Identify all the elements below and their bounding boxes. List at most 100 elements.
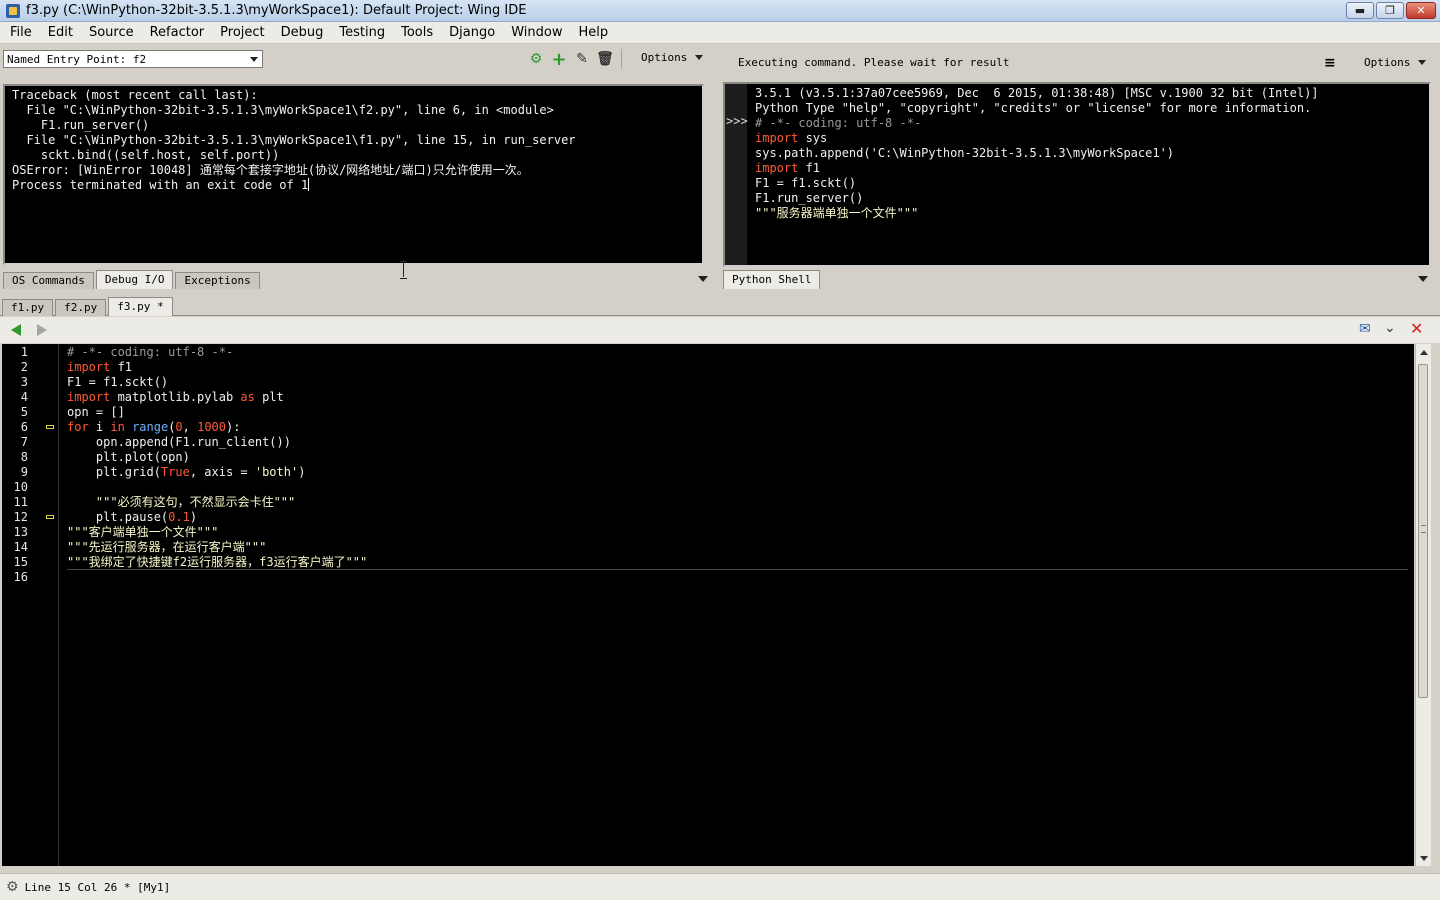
code-token: in [110,420,125,434]
line-number: 10 [13,480,28,494]
menu-project[interactable]: Project [212,22,272,44]
shell-lines: 3.5.1 (v3.5.1:37a07cee5969, Dec 6 2015, … [755,86,1319,221]
fold-marker-icon[interactable] [46,425,54,429]
code-text: """服务器端单独一个文件""" [755,206,919,220]
pencil-icon[interactable]: ✎ [574,51,590,67]
menu-refactor[interactable]: Refactor [142,22,213,44]
menu-source[interactable]: Source [81,22,142,44]
panel-menu-chevron-icon[interactable] [698,276,708,282]
code-text: sys [798,131,828,145]
code-token: plt.plot(opn) [67,450,190,464]
line-number: 12 [13,510,28,524]
debug-io-options-button[interactable]: Options [641,51,704,64]
line-number: 5 [20,405,28,419]
status-bar: ⚙ Line 15 Col 26 * [My1] [0,873,1440,900]
close-editor-icon[interactable]: ✕ [1410,319,1423,338]
gear-run-icon[interactable]: ⚙ [528,51,544,67]
debug-io-output[interactable]: Traceback (most recent call last): File … [3,84,704,265]
file-tab[interactable]: f1.py [2,299,54,316]
entry-point-select[interactable]: Named Entry Point: f2 [3,50,263,68]
code-line: """必须有这句，不然显示会卡住""" [67,495,295,510]
file-tabs-row: f1.py f2.py f3.py * [2,297,175,316]
line-number: 16 [13,570,28,584]
shell-options-button[interactable]: Options [1364,56,1427,69]
code-token: import [67,390,111,404]
menu-testing[interactable]: Testing [331,22,393,44]
menu-django[interactable]: Django [441,22,503,44]
menu-window[interactable]: Window [503,22,570,44]
line-number: 13 [13,525,28,539]
output-line: File "C:\WinPython-32bit-3.5.1.3\myWorkS… [12,133,576,147]
code-token: i [88,420,111,434]
scrollbar-thumb[interactable] [1418,364,1428,698]
code-token: f1 [110,360,133,374]
code-token: F1 = f1.sckt() [67,375,169,389]
code-token: range [132,420,169,434]
fold-marker-icon[interactable] [46,515,54,519]
shell-tabs: Python Shell [723,270,822,289]
code-editor[interactable]: 1 2 3 4 5 6 7 8 9 10 11 12 13 14 15 16 # -*- coding: ut… [2,344,1414,866]
wing-app-icon [6,3,20,18]
code-line: import f1 [67,360,132,375]
line-number: 4 [20,390,28,404]
code-token: , axis = [189,465,255,479]
shell-status-text: Executing command. Please wait for resul… [738,56,1010,69]
panel-menu-chevron-icon[interactable] [1418,276,1428,282]
code-line: opn.append(F1.run_client()) [67,435,291,450]
menu-tools[interactable]: Tools [393,22,441,44]
file-tab[interactable]: f3.py * [108,297,173,316]
code-token: ): [226,420,241,434]
forward-arrow-icon[interactable] [37,324,47,336]
scroll-up-icon[interactable] [1420,350,1428,355]
tab-os-commands[interactable]: OS Commands [3,272,94,289]
back-arrow-icon[interactable] [11,324,21,336]
menu-edit[interactable]: Edit [40,22,81,44]
code-text: F1.run_server() [755,191,864,205]
minimize-button[interactable]: ▬ [1346,2,1374,19]
file-tab[interactable]: f2.py [55,299,107,316]
tab-debug-i-o[interactable]: Debug I/O [95,270,174,289]
chevron-down-icon[interactable]: ⌄ [1384,320,1396,336]
scroll-down-icon[interactable] [1420,856,1428,861]
editor-vertical-scrollbar[interactable] [1415,344,1431,866]
code-token: plt.pause( [67,510,169,524]
menu-help[interactable]: Help [570,22,616,44]
output-line: Traceback (most recent call last): [12,88,258,102]
text-cursor-icon [399,261,408,279]
shell-line: """服务器端单独一个文件""" [755,206,1319,221]
line-number-gutter: 1 2 3 4 5 6 7 8 9 10 11 12 13 14 15 16 [2,344,59,866]
menu-debug[interactable]: Debug [273,22,332,44]
current-line-highlight [67,555,1408,570]
shell-line: import sys [755,131,1319,146]
line-number: 14 [13,540,28,554]
code-line: """先运行服务器，在运行客户端""" [67,540,266,555]
close-button[interactable]: ✕ [1406,2,1436,19]
chevron-down-icon [1418,60,1427,65]
tab-exceptions[interactable]: Exceptions [175,272,260,289]
code-token: for [67,420,89,434]
code-token: opn = [] [67,405,125,419]
toolbar-separator [621,49,622,69]
code-line: for i in range(0, 1000): [67,420,240,435]
code-token: plt.grid( [67,465,161,479]
menu-file[interactable]: File [2,22,40,44]
maximize-button[interactable]: ❐ [1376,2,1404,19]
add-icon[interactable]: + [551,49,567,70]
pin-icon[interactable]: ✉ [1359,321,1371,337]
python-shell-console[interactable]: >>> 3.5.1 (v3.5.1:37a07cee5969, Dec 6 20… [723,82,1431,267]
code-text: # -*- coding: utf-8 -*- [755,116,922,130]
options-label: Options [1364,56,1411,69]
shell-list-icon[interactable]: ≡ [1324,55,1336,71]
trash-icon[interactable]: 🗑 [596,51,614,67]
output-line: F1.run_server() [12,118,150,132]
code-token: matplotlib.pylab [110,390,241,404]
code-token: """客户端单独一个文件""" [67,525,219,539]
tab-python-shell[interactable]: Python Shell [723,270,821,289]
code-token: ) [189,510,198,524]
bug-icon: ⚙ [6,879,19,895]
code-line: F1 = f1.sckt() [67,375,168,390]
line-number: 15 [13,555,28,569]
title-bar: f3.py (C:\WinPython-32bit-3.5.1.3\myWork… [0,0,1440,22]
shell-line: Python Type "help", "copyright", "credit… [755,101,1319,116]
